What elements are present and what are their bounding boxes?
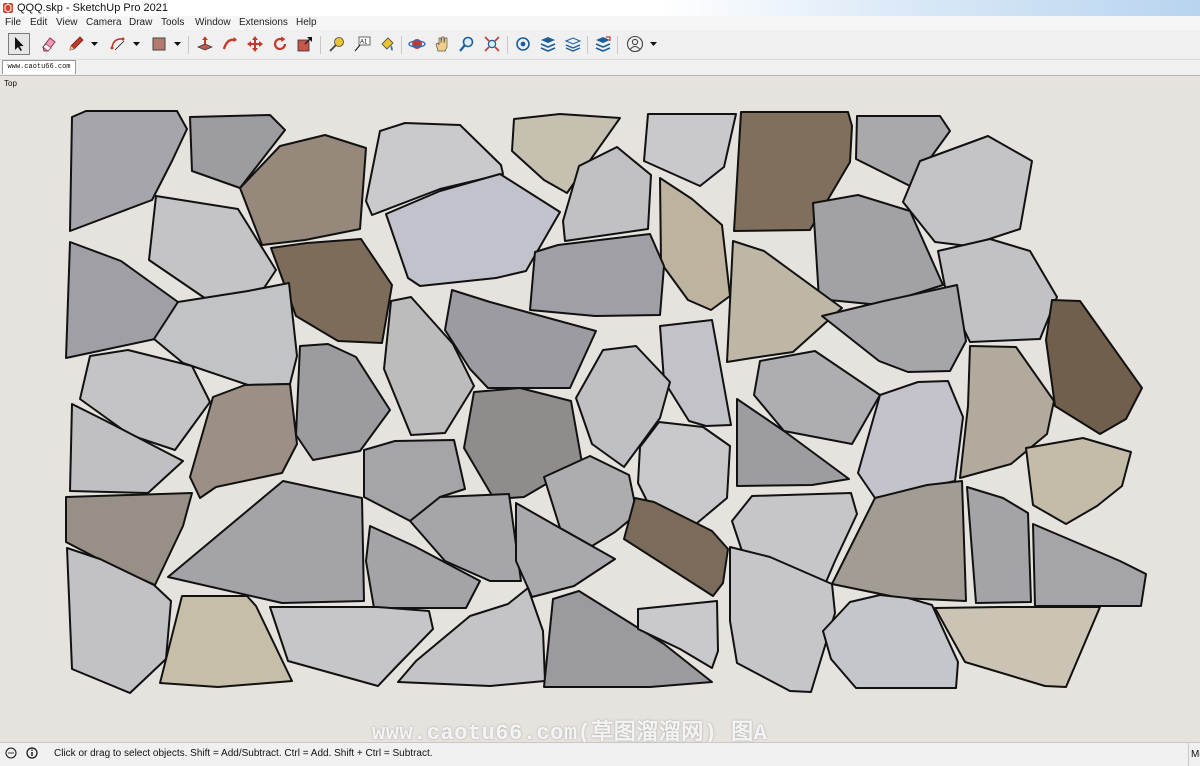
document-tab[interactable]: www.caotu66.com <box>2 60 76 74</box>
info-icon[interactable] <box>26 747 38 759</box>
menu-camera[interactable]: Camera <box>86 16 122 30</box>
zoom-tool-button[interactable] <box>456 33 478 55</box>
arc-tool-dropdown-chevron-icon[interactable] <box>132 40 141 48</box>
menu-view[interactable]: View <box>56 16 78 30</box>
stone-slab[interactable] <box>1025 437 1132 525</box>
follow-me-tool-button[interactable] <box>219 33 241 55</box>
large-toolset-toolbar: A1 <box>0 30 1200 60</box>
toolbar-separator <box>507 36 508 54</box>
text-label-icon: A1 <box>354 36 371 52</box>
menu-window[interactable]: Window <box>195 16 231 30</box>
stone-slab[interactable] <box>1032 523 1147 607</box>
menu-draw[interactable]: Draw <box>129 16 152 30</box>
stone-slab[interactable] <box>1045 299 1143 435</box>
shape-tool-dropdown-chevron-icon[interactable] <box>173 40 182 48</box>
arc-icon <box>110 37 125 51</box>
title-bar: QQQ.skp - SketchUp Pro 2021 <box>0 0 1200 16</box>
push-pull-icon <box>197 36 213 51</box>
toolbar-separator <box>188 36 189 54</box>
menu-file[interactable]: File <box>5 16 21 30</box>
shape-tool-button[interactable] <box>148 33 170 55</box>
paint-bucket-icon <box>381 37 394 51</box>
orbit-icon <box>408 39 426 49</box>
drawing-viewport[interactable]: Top www.caotu66.com(草图溜溜网) 图A <box>0 75 1200 746</box>
stone-slab[interactable] <box>295 343 391 461</box>
menu-help[interactable]: Help <box>296 16 317 30</box>
layout-tool-button[interactable] <box>562 33 584 55</box>
layers-stack-icon <box>564 37 582 52</box>
move-tool-button[interactable] <box>244 33 266 55</box>
rotate-icon <box>273 36 287 51</box>
select-tool-button[interactable] <box>8 33 30 55</box>
line-tool-dropdown-chevron-icon[interactable] <box>90 40 99 48</box>
toolbar-separator <box>587 36 588 54</box>
stone-slab[interactable] <box>659 319 732 427</box>
stone-slab[interactable] <box>934 606 1101 688</box>
pan-tool-button[interactable] <box>431 33 453 55</box>
status-bar: Click or drag to select objects. Shift =… <box>0 742 1200 766</box>
stone-slab[interactable] <box>623 497 729 597</box>
svg-text:A1: A1 <box>360 40 368 46</box>
menu-tools[interactable]: Tools <box>161 16 184 30</box>
orbit-tool-button[interactable] <box>406 33 428 55</box>
tape-measure-tool-button[interactable] <box>326 33 348 55</box>
push-pull-tool-button[interactable] <box>194 33 216 55</box>
rotate-tool-button[interactable] <box>269 33 291 55</box>
eraser-icon <box>42 37 56 52</box>
follow-me-icon <box>222 37 237 50</box>
extension-warehouse-icon <box>540 37 556 52</box>
zoom-extents-icon <box>484 36 500 52</box>
menu-edit[interactable]: Edit <box>30 16 47 30</box>
tape-measure-icon <box>329 37 344 52</box>
profile-button[interactable] <box>624 33 646 55</box>
zoom-extents-tool-button[interactable] <box>481 33 503 55</box>
measurements-box-label: Me <box>1188 743 1200 766</box>
sketchup-logo-icon <box>3 3 13 13</box>
hand-icon <box>435 36 448 52</box>
text-tool-button[interactable]: A1 <box>351 33 373 55</box>
scale-tool-button[interactable] <box>294 33 316 55</box>
stone-slab[interactable] <box>529 233 665 317</box>
menu-bar: File Edit View Camera Draw Tools Window … <box>0 16 1200 30</box>
rectangle-icon <box>152 37 166 51</box>
profile-dropdown-chevron-icon[interactable] <box>649 40 658 48</box>
warehouse-icon <box>516 37 530 51</box>
arc-tool-button[interactable] <box>107 33 129 55</box>
geo-location-icon[interactable] <box>5 747 17 759</box>
extension-warehouse-tool-button[interactable] <box>537 33 559 55</box>
move-arrows-icon <box>247 36 263 52</box>
magnifier-icon <box>459 36 474 52</box>
window-title: QQQ.skp - SketchUp Pro 2021 <box>17 2 169 14</box>
user-profile-icon <box>626 35 644 53</box>
menu-extensions[interactable]: Extensions <box>239 16 288 30</box>
3d-warehouse-tool-button[interactable] <box>512 33 534 55</box>
send-to-layout-icon <box>595 36 611 52</box>
stone-slab[interactable] <box>167 480 365 604</box>
stone-paving-model[interactable] <box>0 76 1200 742</box>
status-hint-text: Click or drag to select objects. Shift =… <box>54 748 433 759</box>
pencil-icon <box>69 36 84 51</box>
toolbar-separator <box>320 36 321 54</box>
send-to-layout-tool-button[interactable] <box>592 33 614 55</box>
paint-bucket-tool-button[interactable] <box>376 33 398 55</box>
eraser-tool-button[interactable] <box>38 33 60 55</box>
line-tool-button[interactable] <box>65 33 87 55</box>
stone-slab[interactable] <box>643 113 737 187</box>
stone-slab[interactable] <box>659 177 731 311</box>
toolbar-separator <box>617 36 618 54</box>
toolbar-separator <box>401 36 402 54</box>
document-tab-bar: www.caotu66.com <box>0 60 1200 74</box>
arrow-cursor-icon <box>15 37 24 51</box>
scale-icon <box>297 37 312 52</box>
stone-slab[interactable] <box>966 486 1032 604</box>
